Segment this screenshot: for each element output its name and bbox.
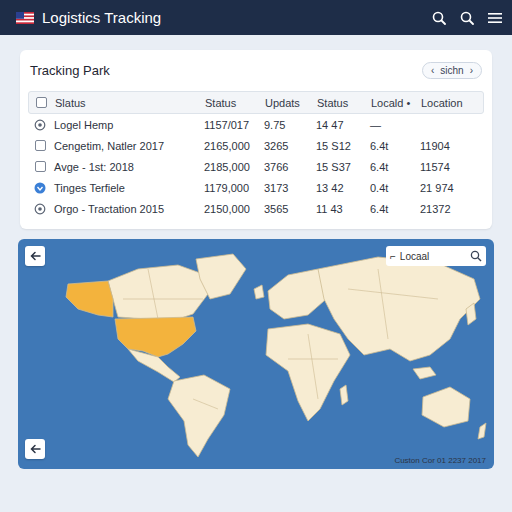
table-cell: 11574 <box>418 159 484 175</box>
status-ring-icon <box>34 119 46 131</box>
table-header: SlatusStatusUpdatsStatusLocald •Location <box>28 91 484 114</box>
search-icon[interactable] <box>432 11 446 25</box>
menu-icon[interactable] <box>488 12 502 24</box>
table-row[interactable]: Tinges Terfiele1179,000317313 420.4t21 9… <box>28 177 484 198</box>
switcher-label: sichn <box>440 65 463 76</box>
status-dot-icon <box>34 182 46 194</box>
row-lead <box>28 201 52 217</box>
world-map[interactable]: ⌐ Locaal Custon Cor 01 2237 2017 <box>18 239 494 469</box>
table-cell: 3173 <box>262 180 314 196</box>
arrow-left-icon[interactable] <box>28 249 42 263</box>
table-cell: 6.4t <box>368 138 418 154</box>
table-cell: 2165,000 <box>202 138 262 154</box>
map-search[interactable]: ⌐ Locaal <box>386 246 486 266</box>
row-lead <box>28 180 52 196</box>
main-content: Tracking Park‹sichn›SlatusStatusUpdatsSt… <box>0 35 512 469</box>
table-cell: 15 S12 <box>314 138 368 154</box>
table-cell: 11904 <box>418 138 484 154</box>
column-header[interactable]: Status <box>203 95 263 111</box>
table-cell: Cengetim, Natler 2017 <box>52 138 202 154</box>
column-header[interactable]: Location <box>419 95 483 111</box>
table-cell: 13 42 <box>314 180 368 196</box>
table-cell: 1179,000 <box>202 180 262 196</box>
panel-header: Tracking Park ‹ sichn › <box>28 60 484 91</box>
search-icon[interactable] <box>460 11 474 25</box>
us-flag-icon <box>16 12 34 24</box>
table-cell: Avge - 1st: 2018 <box>52 159 202 175</box>
row-lead <box>28 117 52 133</box>
table-cell: Tinges Terfiele <box>52 180 202 196</box>
table-cell: — <box>368 117 418 133</box>
table-cell: 2185,000 <box>202 159 262 175</box>
arrow-left-icon[interactable] <box>28 442 42 456</box>
table-cell: 21 974 <box>418 180 484 196</box>
map-caption: Custon Cor 01 2237 2017 <box>394 456 486 465</box>
column-header[interactable]: Status <box>315 95 369 111</box>
prev-button[interactable] <box>25 439 45 459</box>
prev-button[interactable]: ‹ <box>431 65 434 76</box>
table-cell: 9.75 <box>262 117 314 133</box>
table-row[interactable]: Orgo - Tractation 20152150,000356511 436… <box>28 198 484 219</box>
header-select <box>29 95 53 110</box>
checkbox[interactable] <box>35 140 46 151</box>
search-field[interactable]: Locaal <box>400 251 466 262</box>
table-cell: 21372 <box>418 201 484 217</box>
table-cell: Orgo - Tractation 2015 <box>52 201 202 217</box>
table-row[interactable]: Cengetim, Natler 20172165,000326515 S126… <box>28 135 484 156</box>
map-canvas[interactable] <box>18 239 494 469</box>
back-button[interactable] <box>25 246 45 266</box>
table-cell: 1157/017 <box>202 117 262 133</box>
row-lead <box>28 138 52 153</box>
top-bar: Logistics Tracking <box>0 0 512 35</box>
column-header[interactable]: Slatus <box>53 95 203 111</box>
table-cell: 15 S37 <box>314 159 368 175</box>
table-cell: 2150,000 <box>202 201 262 217</box>
app-title: Logistics Tracking <box>42 9 424 26</box>
checkbox[interactable] <box>36 97 47 108</box>
tracking-panel: Tracking Park‹sichn›SlatusStatusUpdatsSt… <box>20 50 492 229</box>
row-lead <box>28 159 52 174</box>
table-cell: 11 43 <box>314 201 368 217</box>
table-cell: 6.4t <box>368 201 418 217</box>
table-row[interactable]: Logel Hemp1157/0179.7514 47— <box>28 114 484 135</box>
table-cell: 3265 <box>262 138 314 154</box>
column-header[interactable]: Locald • <box>369 95 419 111</box>
table-cell: 14 47 <box>314 117 368 133</box>
search-icon[interactable] <box>470 250 482 262</box>
table-cell <box>418 123 484 127</box>
search-prefix: ⌐ <box>390 251 396 262</box>
table-cell: 3766 <box>262 159 314 175</box>
status-ring-icon <box>34 203 46 215</box>
table-row[interactable]: Avge - 1st: 20182185,000376615 S376.4t11… <box>28 156 484 177</box>
table-cell: 0.4t <box>368 180 418 196</box>
column-header[interactable]: Updats <box>263 95 315 111</box>
panel-title: Tracking Park <box>30 63 110 78</box>
table-cell: 3565 <box>262 201 314 217</box>
checkbox[interactable] <box>35 161 46 172</box>
next-button[interactable]: › <box>470 65 473 76</box>
page-switcher[interactable]: ‹ sichn › <box>422 62 482 79</box>
table-cell: 6.4t <box>368 159 418 175</box>
table-cell: Logel Hemp <box>52 117 202 133</box>
toolbar-icons <box>432 11 502 25</box>
